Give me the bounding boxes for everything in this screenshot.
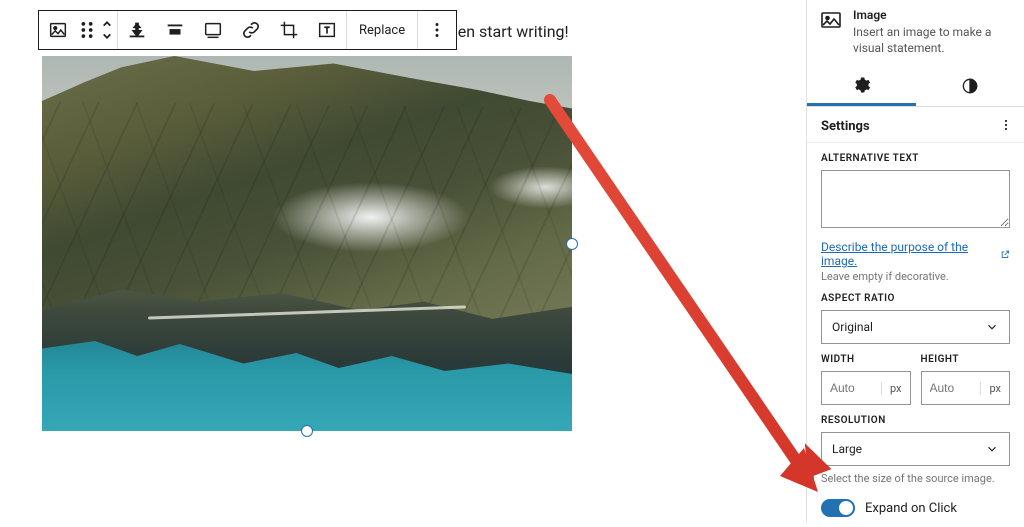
resolution-hint: Select the size of the source image. xyxy=(821,472,1010,485)
chevron-down-icon xyxy=(985,320,999,334)
chevron-down-icon xyxy=(985,442,999,456)
contrast-icon xyxy=(960,76,980,96)
resize-handle-bottom[interactable] xyxy=(301,425,313,437)
height-label: HEIGHT xyxy=(921,354,1011,365)
more-vertical-icon xyxy=(426,19,448,41)
panel-title: Settings xyxy=(821,119,870,134)
link-icon xyxy=(240,19,262,41)
crop-button[interactable] xyxy=(270,11,308,49)
text-overlay-button[interactable] xyxy=(308,11,346,49)
caption-icon xyxy=(202,19,224,41)
more-vertical-icon xyxy=(998,117,1014,133)
block-type-button[interactable] xyxy=(39,11,77,49)
image-block[interactable] xyxy=(42,56,572,431)
width-label: WIDTH xyxy=(821,354,911,365)
resolution-select[interactable]: Large xyxy=(821,432,1010,466)
drag-handle[interactable] xyxy=(77,11,97,49)
alt-text-label: ALTERNATIVE TEXT xyxy=(821,153,1010,164)
block-description: Insert an image to make a visual stateme… xyxy=(853,24,1012,56)
align-center-icon xyxy=(164,19,186,41)
more-options-button[interactable] xyxy=(418,11,456,49)
alt-hint: Leave empty if decorative. xyxy=(821,270,1010,283)
expand-on-click-toggle[interactable] xyxy=(821,499,855,517)
editor-canvas: e it, then start writing! xyxy=(0,0,800,522)
drag-icon xyxy=(77,19,97,41)
height-input[interactable] xyxy=(922,381,981,395)
align-wide-button[interactable] xyxy=(156,11,194,49)
image-icon xyxy=(819,8,843,32)
resolution-label: RESOLUTION xyxy=(821,415,1010,426)
tab-styles[interactable] xyxy=(916,66,1024,106)
replace-button[interactable]: Replace xyxy=(347,23,417,38)
height-unit[interactable]: px xyxy=(980,382,1009,395)
gear-icon xyxy=(851,75,871,95)
aspect-ratio-label: ASPECT RATIO xyxy=(821,293,1010,304)
expand-on-click-label: Expand on Click xyxy=(865,501,957,516)
text-overlay-icon xyxy=(316,19,338,41)
crop-icon xyxy=(278,19,300,41)
block-toolbar: Replace xyxy=(38,10,457,50)
panel-options-button[interactable] xyxy=(998,117,1014,137)
sidebar-tabs xyxy=(807,66,1024,107)
move-up-down[interactable] xyxy=(97,11,117,49)
block-title: Image xyxy=(853,8,1012,22)
block-card: Image Insert an image to make a visual s… xyxy=(807,0,1024,66)
align-button[interactable] xyxy=(118,11,156,49)
alt-text-input[interactable] xyxy=(821,170,1010,228)
link-button[interactable] xyxy=(232,11,270,49)
caption-button[interactable] xyxy=(194,11,232,49)
settings-sidebar: Image Insert an image to make a visual s… xyxy=(806,0,1024,522)
aspect-ratio-select[interactable]: Original xyxy=(821,310,1010,344)
chevrons-icon xyxy=(97,19,117,41)
alt-help-link[interactable]: Describe the purpose of the image. xyxy=(821,240,1010,268)
external-link-icon xyxy=(1000,249,1010,260)
resize-handle-right[interactable] xyxy=(566,238,578,250)
align-icon xyxy=(126,19,148,41)
image-icon xyxy=(47,19,69,41)
tab-settings[interactable] xyxy=(807,66,916,106)
width-input[interactable] xyxy=(822,381,881,395)
landscape-image xyxy=(42,56,572,431)
width-unit[interactable]: px xyxy=(881,382,910,395)
settings-panel-header: Settings xyxy=(807,107,1024,143)
